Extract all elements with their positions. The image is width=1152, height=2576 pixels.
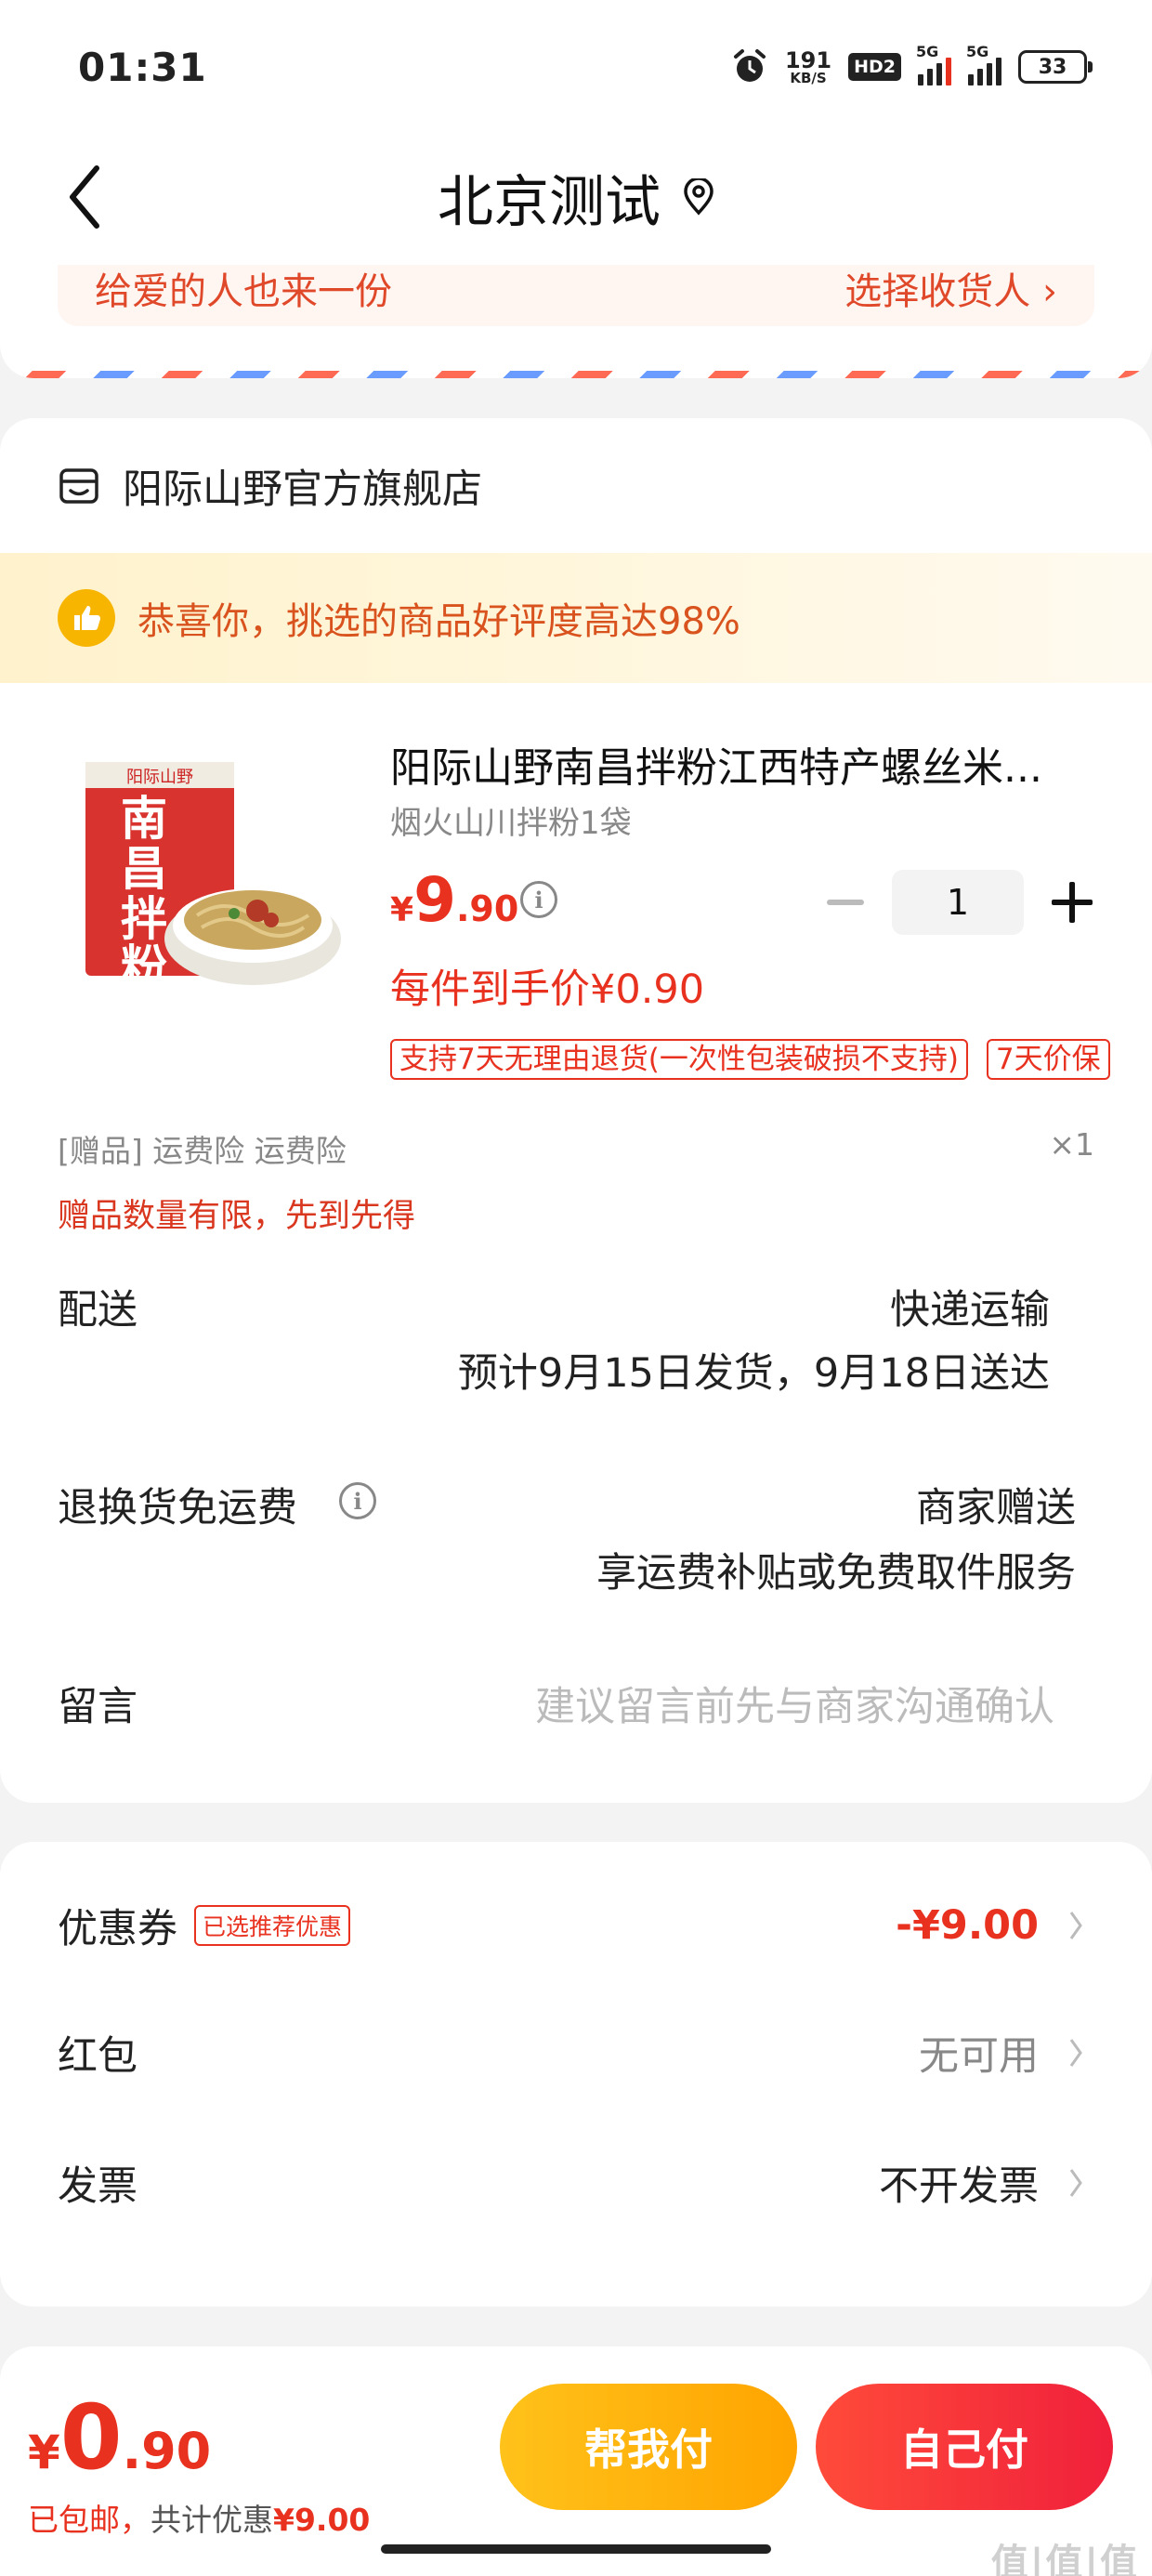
return-shipping-desc: 享运费补贴或免费取件服务 [596,1550,1076,1597]
message-label: 留言 [58,1684,137,1730]
quantity-value[interactable]: 1 [892,870,1024,935]
total-currency: ¥ [28,2425,60,2479]
invoice-value: 不开发票 [879,2163,1039,2210]
signal-label: 5G [916,43,939,60]
red-packet-value: 无可用 [919,2033,1039,2080]
chevron-right-icon [1057,1907,1094,1944]
battery-icon: 33 [1018,50,1093,84]
address-card: 给爱的人也来一份 选择收货人 › [0,265,1152,378]
svg-text:拌: 拌 [121,892,167,946]
delivery-label: 配送 [58,1287,137,1334]
discount-total: ¥9.00 [273,2502,371,2538]
total-decimal: .90 [122,2422,212,2480]
gift-label: [赠品] 运费险 运费险 [58,1133,347,1169]
product-price: ¥ 9 .90 [390,864,518,936]
red-packet-row[interactable]: 红包 无可用 [58,2011,1094,2095]
discount-card: 优惠券 已选推荐优惠 -¥9.00 红包 无可用 发票 不开发票 [0,1842,1152,2307]
battery-level: 33 [1038,55,1067,79]
status-time: 01:31 [78,45,207,90]
chevron-right-icon [1057,2164,1094,2201]
delivery-estimate: 预计9月15日发货，9月18日送达 [457,1350,1050,1397]
select-recipient-link[interactable]: 选择收货人 › [844,265,1057,315]
self-pay-button[interactable]: 自己付 [816,2384,1113,2510]
net-speed-unit: KB/S [790,69,827,86]
price-info-icon[interactable]: i [520,881,557,918]
praise-banner: 恭喜你，挑选的商品好评度高达98% [0,553,1152,683]
chevron-right-icon [1057,2034,1094,2071]
price-currency: ¥ [390,891,414,929]
airmail-stripe [0,371,1152,378]
home-indicator[interactable] [381,2544,771,2554]
product-image[interactable]: 阳际山野 南 昌 拌 粉 [58,743,346,1032]
product-title[interactable]: 阳际山野南昌拌粉江西特产螺丝米... [390,734,1096,794]
help-pay-button[interactable]: 帮我付 [500,2384,797,2510]
decrease-button[interactable] [827,900,864,905]
total-price: ¥ 0 .90 [28,2385,211,2490]
brand-mark: 阳际山野 [126,768,193,786]
svg-text:粉: 粉 [121,940,167,994]
location-pin-icon [684,178,713,216]
price-protection-tag[interactable]: 7天价保 [986,1039,1110,1081]
signal-label-2: 5G [966,43,989,60]
order-summary: 已包邮，共计优惠¥9.00 [28,2495,370,2540]
order-card: 阳际山野官方旗舰店 恭喜你，挑选的商品好评度高达98% 阳际山野 南 昌 拌 粉 [0,418,1152,1803]
praise-text: 恭喜你，挑选的商品好评度高达98% [137,600,740,643]
product-spec[interactable]: 烟火山川拌粉1袋 [390,797,632,843]
shop-icon [59,468,98,504]
thumbs-up-icon [58,589,115,647]
coupon-value: -¥9.00 [896,1902,1039,1949]
status-icons: 191 KB/S HD2 5G 5G 33 [731,41,1093,93]
return-shipping-label: 退换货免运费 [58,1485,297,1531]
gift-address-banner[interactable]: 给爱的人也来一份 选择收货人 › [58,265,1094,326]
total-integer: 0 [59,2385,123,2490]
quantity-stepper: 1 [827,870,1093,935]
invoice-row[interactable]: 发票 不开发票 [58,2141,1094,2225]
red-packet-label: 红包 [58,2033,137,2080]
price-decimal: .90 [456,888,519,929]
return-shipping-value: 商家赠送 [916,1485,1076,1531]
invoice-label: 发票 [58,2163,137,2210]
price-integer: 9 [413,864,456,936]
status-bar: 01:31 191 KB/S HD2 5G 5G 33 [0,0,1152,130]
gift-address-text: 给爱的人也来一份 [95,270,392,313]
svg-text:南: 南 [121,792,167,846]
alarm-icon [733,49,766,82]
delivery-method: 快递运输 [890,1287,1050,1334]
nav-title-group[interactable]: 北京测试 [0,151,1152,243]
service-tags: 支持7天无理由退货(一次性包装破损不支持) 7天价保 [390,1039,1110,1081]
increase-button[interactable] [1052,882,1093,923]
gift-count: ×1 [1049,1126,1094,1163]
gift-note: 赠品数量有限，先到先得 [58,1198,416,1235]
coupon-row[interactable]: 优惠券 已选推荐优惠 -¥9.00 [58,1884,1094,1967]
gift-row: [赠品] 运费险 运费险 ×1 [58,1126,1094,1171]
signal-icon-2: 5G [966,43,1001,85]
message-input[interactable]: 建议留言前先与商家沟通确认 [535,1675,1054,1732]
nav-bar: 北京测试 [0,130,1152,265]
return-shipping-info-icon[interactable]: i [339,1482,376,1519]
page-title: 北京测试 [438,169,661,235]
shipping-text: 已包邮， [28,2502,151,2538]
discount-prefix: 共计优惠 [151,2502,273,2538]
signal-icon: 5G [916,43,951,85]
hd-icon: HD2 [848,53,901,81]
net-speed-value: 191 [784,46,832,73]
net-speed: 191 KB/S [785,49,831,85]
return-policy-tag[interactable]: 支持7天无理由退货(一次性包装破损不支持) [390,1039,968,1081]
shop-name: 阳际山野官方旗舰店 [123,467,482,513]
coupon-label: 优惠券 [58,1906,177,1952]
watermark: 值|值|值 [990,2542,1139,2576]
each-price: 每件到手价¥0.90 [390,966,705,1013]
checkout-bar: ¥ 0 .90 已包邮，共计优惠¥9.00 帮我付 自己付 [0,2346,1152,2576]
coupon-badge: 已选推荐优惠 [194,1905,351,1946]
svg-text:昌: 昌 [121,842,167,896]
shop-header[interactable]: 阳际山野官方旗舰店 [58,457,482,515]
